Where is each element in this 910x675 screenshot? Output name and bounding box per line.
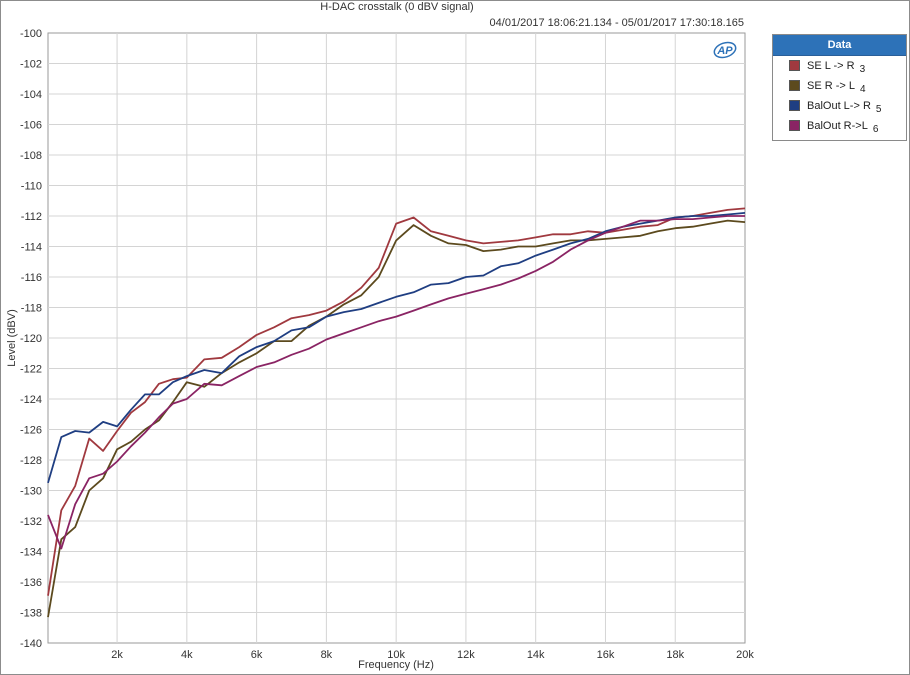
legend-swatch [789,100,800,111]
legend-swatch [789,120,800,131]
y-tick-label: -112 [21,211,42,223]
y-tick-label: -126 [20,425,42,437]
legend-swatch [789,60,800,71]
y-axis-label: Level (dBV) [6,309,18,366]
chart-timestamp-range: 04/01/2017 18:06:21.134 - 05/01/2017 17:… [490,17,744,29]
legend-index: 4 [860,84,866,95]
x-tick-label: 4k [181,649,193,661]
y-tick-label: -140 [20,638,42,650]
x-tick-label: 2k [111,649,123,661]
legend-swatch [789,80,800,91]
x-tick-label: 8k [321,649,333,661]
x-tick-label: 20k [736,649,754,661]
y-tick-label: -108 [20,150,42,162]
y-tick-label: -110 [21,181,42,193]
x-tick-label: 18k [666,649,684,661]
chart-title: H-DAC crosstalk (0 dBV signal) [320,1,473,13]
legend-item-balout-l-r[interactable]: BalOut L-> R 5 [773,96,906,116]
legend-index: 5 [875,104,882,115]
y-tick-label: -106 [20,120,42,132]
y-tick-label: -120 [20,333,42,345]
y-tick-label: -100 [20,28,42,40]
legend-item-balout-r-l[interactable]: BalOut R->L 6 [773,116,906,136]
legend-index: 3 [859,64,866,75]
y-tick-label: -122 [20,364,42,376]
y-tick-label: -102 [20,59,42,71]
x-axis-label: Frequency (Hz) [358,659,434,671]
svg-text:AP: AP [716,45,733,57]
legend-index: 6 [872,124,879,135]
y-tick-label: -124 [20,394,42,406]
legend-item-se-l-r[interactable]: SE L -> R 3 [773,56,906,76]
legend-label: SE L -> R [807,60,855,72]
grid [48,33,745,643]
y-tick-label: -114 [21,242,42,254]
y-tick-label: -134 [20,547,42,559]
y-tick-label: -138 [20,608,42,620]
legend: Data SE L -> R 3 SE R -> L 4 BalOut L-> R 5… [772,34,907,141]
y-tick-label: -128 [20,455,42,467]
legend-label: BalOut R->L [807,120,868,132]
y-tick-label: -132 [20,516,42,528]
x-tick-label: 6k [251,649,263,661]
x-tick-label: 14k [527,649,545,661]
legend-header: Data [773,35,906,56]
y-tick-label: -104 [20,89,42,101]
x-tick-label: 16k [597,649,615,661]
y-tick-label: -118 [21,303,42,315]
y-tick-label: -136 [20,577,42,589]
legend-label: BalOut L-> R [807,100,871,112]
ap-logo-icon: AP [713,41,737,59]
legend-item-se-r-l[interactable]: SE R -> L 4 [773,76,906,96]
legend-label: SE R -> L [807,80,855,92]
y-tick-label: -116 [21,272,42,284]
y-tick-label: -130 [20,486,42,498]
x-tick-label: 12k [457,649,475,661]
